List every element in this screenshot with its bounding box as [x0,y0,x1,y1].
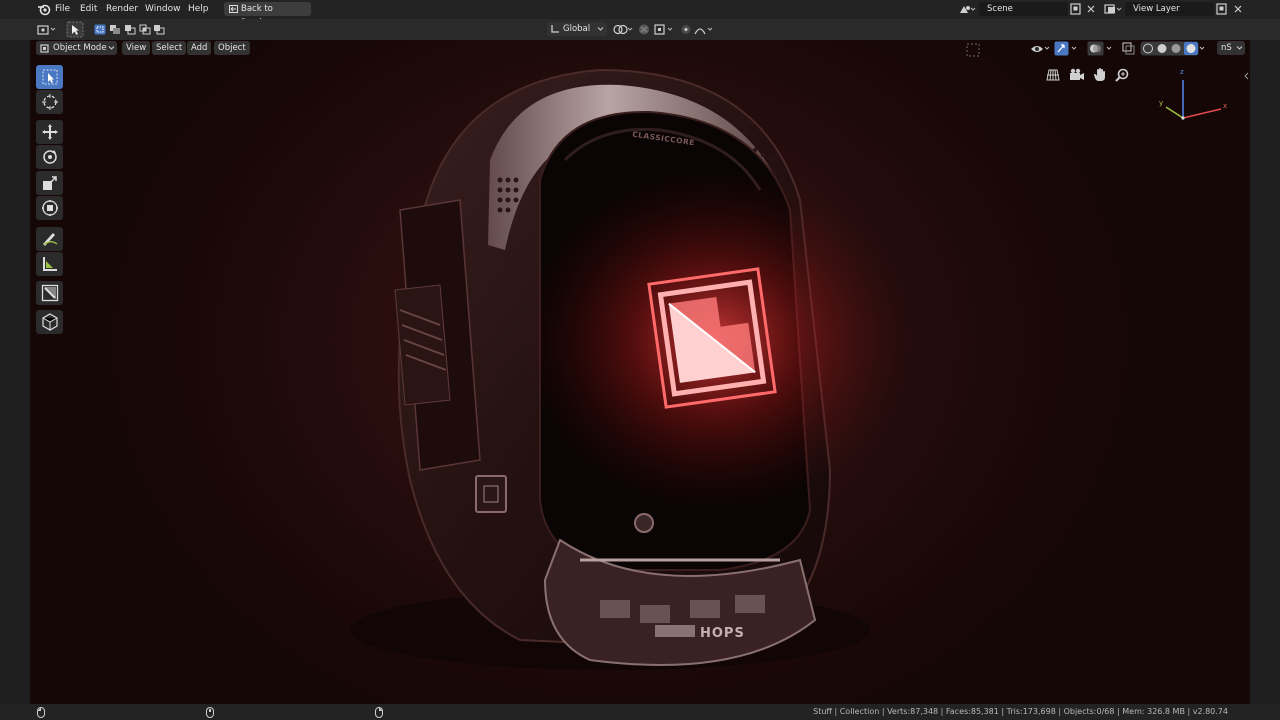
annotate-icon [41,230,59,248]
scene-name-field[interactable]: Scene [979,2,1068,16]
axis-lines [1165,80,1222,120]
orientation-axes-icon [550,24,560,34]
mouse-right-icon [375,707,383,718]
3d-viewport[interactable]: CLASSICCORE HOPS [0,40,1280,704]
menu-window[interactable]: Window [145,3,181,16]
transform-icon [41,199,59,217]
rotate-icon [41,148,59,166]
mouse-middle-icon [206,707,214,718]
hops-tool[interactable] [36,310,63,334]
axis-y-label: y [1159,99,1164,107]
measure-tool[interactable] [36,252,63,276]
add-menu[interactable]: Add [187,41,212,55]
scene-icon[interactable] [958,3,976,16]
move-tool[interactable] [36,120,63,144]
transform-tool[interactable] [36,196,63,220]
view-layer-icon[interactable] [1104,3,1122,16]
hops-cube-icon [41,313,59,331]
cursor-select-icon [42,69,58,85]
overlay-label: nS [1221,43,1232,53]
snap-icon[interactable] [637,23,651,36]
box-cutter-tool[interactable] [36,281,63,305]
new-view-layer-icon[interactable] [1216,3,1228,15]
tool-settings-header: Global [0,19,1280,41]
snap-element-icon[interactable] [653,23,675,36]
mouse-left-icon [37,707,45,718]
overlay-label-dropdown[interactable]: nS [1217,41,1245,55]
menu-edit[interactable]: Edit [80,3,97,16]
remove-view-layer-icon[interactable] [1233,4,1243,14]
viewport-header: Object Mode View Select Add Object nS [30,40,1250,58]
falloff-icon[interactable] [694,23,716,36]
scene-statistics: Stuff | Collection | Verts:87,348 | Face… [813,707,1228,716]
active-tool-icon[interactable] [66,21,84,38]
menu-file[interactable]: File [55,3,70,16]
pan-hand-icon[interactable] [1093,67,1107,82]
measure-icon [41,255,59,273]
new-scene-icon[interactable] [1070,3,1082,15]
mode-label: Object Mode [53,43,107,53]
right-region-strip [1250,40,1280,704]
show-gizmo-icon[interactable] [1054,41,1080,56]
gizmo-toggle-icon[interactable] [966,43,980,57]
axis-x-label: x [1223,102,1228,110]
transform-orientation-label: Global [563,24,591,34]
pivot-point-icon[interactable] [612,23,634,36]
move-icon [41,123,59,141]
3d-cursor-icon [41,93,59,111]
menu-render[interactable]: Render [106,3,138,16]
chevron-down-icon [108,45,115,51]
back-to-previous-button[interactable]: Back to Previous [224,2,311,28]
transform-orientation-dropdown[interactable]: Global [547,22,607,36]
editor-type-icon[interactable] [37,23,57,36]
select-mode-subtract-icon[interactable] [124,24,136,35]
scale-icon [41,174,59,192]
left-region-strip [0,40,30,704]
status-bar: Stuff | Collection | Verts:87,348 | Face… [0,704,1280,720]
sidebar-toggle-icon[interactable] [1243,72,1249,80]
visibility-icon[interactable] [1030,42,1052,55]
chevron-down-icon [597,26,604,32]
rotate-tool[interactable] [36,145,63,169]
overlays-icon[interactable] [1087,41,1115,56]
object-menu[interactable]: Object [214,41,250,55]
xray-icon[interactable] [1122,42,1135,55]
select-mode-invert-icon[interactable] [153,24,165,35]
helmet-hops-text: HOPS [700,626,745,641]
mode-dropdown[interactable]: Object Mode [36,41,117,55]
object-mode-icon [40,44,49,53]
box-cutter-icon [41,284,59,302]
blender-logo-icon[interactable] [37,3,51,16]
select-menu[interactable]: Select [152,41,187,55]
annotate-tool[interactable] [36,227,63,251]
remove-scene-icon[interactable] [1086,4,1096,14]
scale-tool[interactable] [36,171,63,195]
screen-back-icon [229,5,238,13]
shading-modes-icon[interactable] [1140,41,1206,56]
camera-view-icon[interactable] [1069,68,1085,82]
view-layer-field[interactable]: View Layer [1125,2,1214,16]
zoom-icon[interactable] [1115,68,1129,82]
menu-help[interactable]: Help [188,3,209,16]
proportional-edit-icon[interactable] [680,23,692,36]
view-menu[interactable]: View [122,41,151,55]
select-mode-extend-icon[interactable] [109,24,121,35]
navigation-gizmo[interactable]: z x y [1155,68,1230,124]
select-mode-intersect-icon[interactable] [139,24,151,35]
select-mode-new-icon[interactable] [94,24,106,35]
chevron-down-icon [1236,45,1243,51]
select-tool[interactable] [36,65,63,89]
top-bar: File Edit Render Window Help Back to Pre… [0,0,1280,28]
perspective-grid-icon[interactable] [1046,68,1060,82]
cursor-tool[interactable] [36,90,63,114]
axis-z-label: z [1180,68,1184,76]
